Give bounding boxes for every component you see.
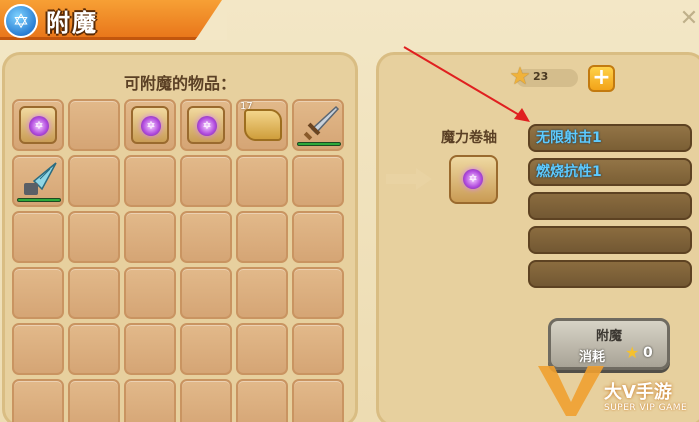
currency-value: 23 xyxy=(533,70,549,83)
inventory-grid: ✡ ✡ ✡ 17 xyxy=(12,99,344,422)
inventory-slot[interactable] xyxy=(68,211,120,263)
inventory-slot[interactable]: ✡ xyxy=(180,99,232,151)
inventory-slot[interactable] xyxy=(124,267,176,319)
magic-scroll-icon: ✡ xyxy=(463,169,483,189)
cost-value: 0 xyxy=(643,345,653,361)
drill-icon xyxy=(24,162,57,195)
add-currency-button[interactable]: + xyxy=(588,65,615,92)
inventory-slot[interactable] xyxy=(180,267,232,319)
inventory-slot[interactable] xyxy=(124,155,176,207)
material-label: 魔力卷轴 xyxy=(441,130,497,146)
red-arrow-icon xyxy=(403,46,530,122)
enchant-option-2[interactable]: 燃烧抗性1 xyxy=(528,158,692,186)
inventory-slot[interactable] xyxy=(12,155,64,207)
watermark-subtitle: SUPER VIP GAME xyxy=(604,403,688,413)
magic-orb-icon: ✡ xyxy=(29,116,49,136)
magic-scroll-icon: ✡ xyxy=(19,106,57,144)
inventory-slot[interactable] xyxy=(68,99,120,151)
inventory-slot[interactable] xyxy=(292,211,344,263)
arrow-right-icon xyxy=(386,168,432,190)
magic-scroll-icon: ✡ xyxy=(187,106,225,144)
magic-orb-icon: ✡ xyxy=(197,116,217,136)
star-of-david-icon: ✡ xyxy=(4,4,38,38)
inventory-slot[interactable] xyxy=(124,379,176,422)
sword-icon xyxy=(303,105,340,141)
inventory-slot[interactable] xyxy=(236,267,288,319)
inventory-slot[interactable]: 17 xyxy=(236,99,288,151)
inventory-slot[interactable] xyxy=(236,155,288,207)
inventory-slot[interactable] xyxy=(236,323,288,375)
magic-scroll-icon: ✡ xyxy=(131,106,169,144)
inventory-slot[interactable] xyxy=(292,155,344,207)
star-coin-icon: ★ xyxy=(625,343,640,362)
inventory-slot[interactable] xyxy=(180,155,232,207)
inventory-slot[interactable] xyxy=(68,323,120,375)
inventory-slot[interactable] xyxy=(124,211,176,263)
enchant-option-3[interactable] xyxy=(528,192,692,220)
page-title: 附魔 xyxy=(46,9,98,37)
inventory-slot[interactable] xyxy=(68,267,120,319)
inventory-slot[interactable] xyxy=(12,379,64,422)
inventory-title: 可附魔的物品： xyxy=(123,74,236,93)
durability-bar xyxy=(17,198,61,202)
enchant-option-5[interactable] xyxy=(528,260,692,288)
enchant-button-label: 附魔 xyxy=(595,329,622,344)
enchant-option-4[interactable] xyxy=(528,226,692,254)
inventory-slot[interactable] xyxy=(180,211,232,263)
inventory-slot[interactable] xyxy=(12,323,64,375)
inventory-slot[interactable] xyxy=(68,379,120,422)
inventory-slot[interactable] xyxy=(236,379,288,422)
inventory-slot[interactable]: ✡ xyxy=(12,99,64,151)
inventory-slot[interactable] xyxy=(292,267,344,319)
inventory-slot[interactable] xyxy=(292,99,344,151)
inventory-slot[interactable] xyxy=(292,379,344,422)
material-slot[interactable]: ✡ xyxy=(449,155,498,204)
inventory-slot[interactable] xyxy=(180,379,232,422)
inventory-slot[interactable]: ✡ xyxy=(124,99,176,151)
inventory-slot[interactable] xyxy=(12,211,64,263)
inventory-slot[interactable] xyxy=(12,267,64,319)
close-icon[interactable]: ✕ xyxy=(679,6,699,32)
enchant-options: 无限射击1 燃烧抗性1 xyxy=(528,124,692,294)
inventory-slot[interactable] xyxy=(124,323,176,375)
watermark-logo-icon xyxy=(538,366,604,416)
inventory-slot[interactable] xyxy=(292,323,344,375)
inventory-slot[interactable] xyxy=(236,211,288,263)
magic-orb-icon: ✡ xyxy=(141,116,161,136)
enchant-option-1[interactable]: 无限射击1 xyxy=(528,124,692,152)
watermark-title: 大V手游 xyxy=(604,382,672,403)
blank-scroll-icon xyxy=(244,109,282,141)
durability-bar xyxy=(297,142,341,146)
inventory-slot[interactable] xyxy=(68,155,120,207)
item-count: 17 xyxy=(240,101,253,112)
inventory-slot[interactable] xyxy=(180,323,232,375)
